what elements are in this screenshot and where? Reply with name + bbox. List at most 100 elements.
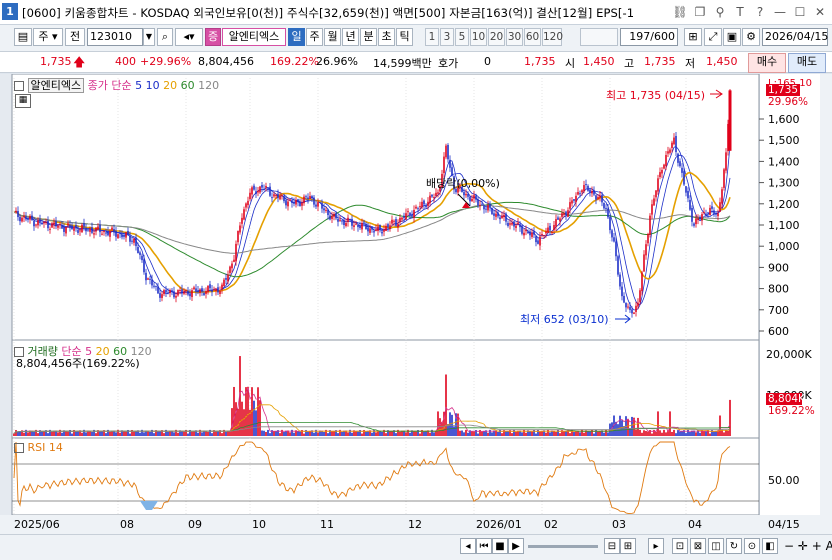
buy-button[interactable]: 매수: [748, 53, 786, 73]
period-tab-1[interactable]: 주: [306, 28, 323, 46]
minute-tab-2[interactable]: 5: [455, 28, 469, 46]
volume-bar: [511, 433, 513, 436]
period-tab-3[interactable]: 년: [342, 28, 359, 46]
settings-gear-icon[interactable]: ⚙: [742, 28, 760, 46]
price-legend-title[interactable]: 종가 단순: [88, 79, 132, 92]
candle-body: [595, 195, 597, 200]
first-page-icon[interactable]: ⏮: [476, 538, 492, 554]
zoom-slider[interactable]: [528, 545, 598, 548]
candle-body: [571, 200, 573, 204]
candle-body: [637, 302, 639, 307]
candle-body: [533, 231, 535, 235]
price-ma-1[interactable]: 10: [142, 79, 160, 92]
minute-tab-0[interactable]: 1: [425, 28, 439, 46]
volume-bar: [125, 431, 127, 436]
custom-period-input[interactable]: [580, 28, 618, 46]
close-icon[interactable]: ✕: [812, 4, 828, 20]
volume-bar: [583, 432, 585, 436]
candle-body: [135, 237, 137, 247]
candle-body: [499, 217, 501, 220]
candle-body: [377, 226, 379, 231]
volume-bar: [565, 431, 567, 436]
sell-button[interactable]: 매도: [788, 53, 826, 73]
chart-type-icon[interactable]: ▤: [14, 28, 32, 46]
scroll-right-icon[interactable]: ▸: [648, 538, 664, 554]
maximize-icon[interactable]: ☐: [792, 4, 808, 20]
tool-b-icon[interactable]: ⊠: [690, 538, 706, 554]
minute-tab-7[interactable]: 120: [542, 28, 563, 46]
candle-body: [217, 287, 219, 293]
volume-bar: [207, 431, 209, 436]
grid-toggle-icon[interactable]: ▦: [15, 94, 31, 108]
minute-tab-6[interactable]: 60: [524, 28, 541, 46]
volume-bar: [695, 432, 697, 436]
sound-icon[interactable]: ◂▾: [175, 28, 203, 46]
volume-bar: [27, 432, 29, 436]
minute-tab-1[interactable]: 3: [440, 28, 454, 46]
candle-body: [647, 233, 649, 244]
tool-e-icon[interactable]: ⊙: [744, 538, 760, 554]
candle-body: [211, 289, 213, 292]
candle-body: [613, 237, 615, 242]
minute-tab-4[interactable]: 20: [488, 28, 505, 46]
code-input[interactable]: 123010: [87, 28, 143, 46]
period-tab-0[interactable]: 일: [288, 28, 305, 46]
window-number-badge[interactable]: 1: [2, 3, 18, 20]
candle-body: [479, 204, 481, 206]
scroll-left-icon[interactable]: ◂: [460, 538, 476, 554]
volume-bar: [705, 431, 707, 436]
volume-bar: [129, 433, 131, 436]
candle-body: [549, 225, 551, 231]
candle-body: [405, 213, 407, 220]
crosshair-icon[interactable]: ⤢: [704, 28, 722, 46]
help-icon[interactable]: ?: [752, 4, 768, 20]
price-ma-3[interactable]: 60: [177, 79, 195, 92]
candle-body: [317, 202, 319, 207]
stock-tag[interactable]: 알엔티엑스: [27, 78, 85, 93]
bar-count-icon[interactable]: ⊞: [684, 28, 702, 46]
candle-body: [111, 227, 113, 230]
minute-tab-5[interactable]: 30: [506, 28, 523, 46]
prev-button[interactable]: 전: [65, 28, 85, 46]
period-tab-4[interactable]: 분: [360, 28, 377, 46]
stock-name[interactable]: 알엔티엑스: [222, 28, 286, 46]
candle-body: [273, 194, 275, 197]
save-icon[interactable]: ▣: [723, 28, 741, 46]
stop-icon[interactable]: ■: [492, 538, 508, 554]
candle-body: [473, 195, 475, 199]
quote-bar: 1,735 🡅 400 +29.96% 8,804,456 169.22% 26…: [0, 52, 832, 73]
restore-icon[interactable]: ❐: [692, 4, 708, 20]
tool-a-icon[interactable]: ⊡: [672, 538, 688, 554]
count-input[interactable]: 197/600: [620, 28, 678, 46]
candle-body: [551, 231, 553, 233]
period-tab-2[interactable]: 월: [324, 28, 341, 46]
price-ma-4[interactable]: 120: [195, 79, 219, 92]
tool-d-icon[interactable]: ↻: [726, 538, 742, 554]
candle-body: [47, 221, 49, 229]
volume-bar: [241, 401, 243, 436]
pin-icon[interactable]: ⚲: [712, 4, 728, 20]
candle-body: [281, 195, 283, 197]
chart-canvas[interactable]: 1,600 1,500 1,400 1,300 1,200 1,100 1,000 900 80…: [0, 74, 832, 536]
play-icon[interactable]: ▶: [508, 538, 524, 554]
period-tab-6[interactable]: 틱: [396, 28, 413, 46]
zoom-controls-icon[interactable]: − ✛ + A: [784, 539, 832, 553]
fit-icon[interactable]: ◧: [762, 538, 778, 554]
zoom-in-icon[interactable]: ⊞: [620, 538, 636, 554]
candle-body: [299, 202, 301, 207]
date-input[interactable]: 2026/04/15: [762, 28, 828, 46]
price-ma-2[interactable]: 20: [160, 79, 177, 92]
tool-c-icon[interactable]: ◫: [708, 538, 724, 554]
code-dropdown-icon[interactable]: ▼: [143, 28, 155, 46]
search-icon[interactable]: ⌕: [157, 28, 173, 46]
candle-body: [337, 219, 339, 222]
rsi-legend-title[interactable]: RSI 14: [28, 441, 63, 454]
zoom-out-icon[interactable]: ⊟: [604, 538, 620, 554]
tip-icon[interactable]: T: [732, 4, 748, 20]
period-tab-5[interactable]: 초: [378, 28, 395, 46]
minute-tab-3[interactable]: 10: [470, 28, 487, 46]
link-icon[interactable]: ⛓: [672, 4, 688, 20]
volume-bar: [713, 431, 715, 436]
minimize-icon[interactable]: —: [772, 4, 788, 20]
chart-type-dropdown[interactable]: 주 ▾: [33, 28, 63, 46]
